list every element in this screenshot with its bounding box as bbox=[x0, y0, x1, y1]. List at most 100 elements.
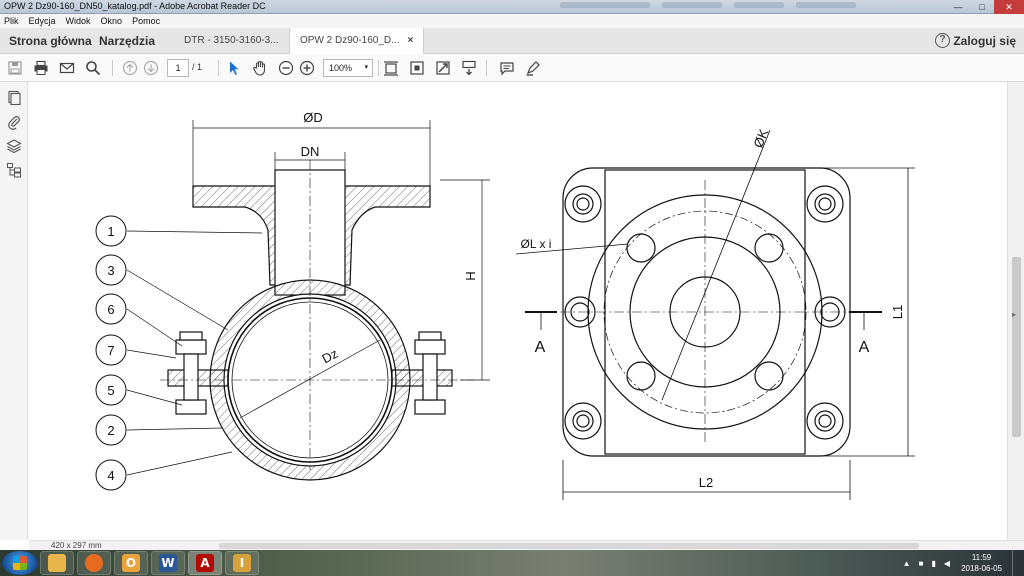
scrollbar-thumb[interactable] bbox=[1012, 257, 1021, 437]
save-icon[interactable] bbox=[5, 58, 25, 78]
tab-document-opw[interactable]: OPW 2 Dz90-160_D... × bbox=[289, 28, 425, 54]
saddle-top-view bbox=[515, 129, 915, 500]
saddle-section-view bbox=[95, 120, 490, 491]
tab-document-opw-label: OPW 2 Dz90-160_D... bbox=[300, 35, 400, 46]
chevron-down-icon: ▾ bbox=[364, 64, 368, 71]
select-cursor-icon[interactable] bbox=[224, 58, 244, 78]
layers-icon[interactable] bbox=[6, 138, 22, 154]
menu-file[interactable]: Plik bbox=[4, 14, 19, 28]
scroll-mode-icon[interactable] bbox=[459, 58, 479, 78]
window-title: OPW 2 Dz90-160_DN50_katalog.pdf - Adobe … bbox=[4, 1, 266, 11]
balloon-3: 3 bbox=[107, 263, 114, 278]
volume-icon[interactable]: ◀ bbox=[944, 559, 950, 568]
toolbar: 1 / 1 100% ▾ bbox=[0, 54, 1024, 82]
pages-icon[interactable] bbox=[6, 90, 22, 106]
toolbar-separator bbox=[218, 60, 219, 76]
dim-label-od: ØD bbox=[303, 110, 323, 125]
folder-icon bbox=[48, 554, 66, 572]
tab-home[interactable]: Strona główna bbox=[9, 34, 92, 48]
balloon-1: 1 bbox=[107, 224, 114, 239]
menu-window[interactable]: Okno bbox=[101, 14, 123, 28]
firefox-icon bbox=[85, 554, 103, 572]
dim-label-ol: ØL x i bbox=[521, 237, 552, 251]
inventor-icon: I bbox=[233, 554, 251, 572]
dim-label-ok: ØK bbox=[750, 126, 771, 149]
zoom-in-icon[interactable] bbox=[297, 58, 317, 78]
tab-document-dtr[interactable]: DTR - 3150-3160-3... bbox=[174, 28, 289, 54]
tray-expand-icon[interactable]: ▲ bbox=[903, 559, 911, 568]
show-desktop-button[interactable] bbox=[1012, 550, 1024, 576]
maximize-button[interactable]: □ bbox=[970, 0, 994, 14]
balloon-2: 2 bbox=[107, 423, 114, 438]
vertical-scrollbar[interactable]: ▸ bbox=[1007, 82, 1024, 540]
close-window-button[interactable]: ✕ bbox=[994, 0, 1024, 14]
clock-time: 11:59 bbox=[971, 553, 992, 562]
sign-in-link[interactable]: Zaloguj się bbox=[953, 34, 1016, 48]
taskbar-explorer[interactable] bbox=[40, 551, 74, 575]
highlight-icon[interactable] bbox=[523, 58, 543, 78]
rotate-icon[interactable] bbox=[433, 58, 453, 78]
horizontal-scrollbar[interactable] bbox=[219, 543, 919, 549]
technical-drawing: 1 3 6 7 5 2 4 ØD DN H Dz ØK ØL x i A A L… bbox=[95, 110, 915, 500]
full-screen-icon[interactable] bbox=[407, 58, 427, 78]
zoom-level-select[interactable]: 100% ▾ bbox=[323, 59, 373, 77]
menu-edit[interactable]: Edycja bbox=[29, 14, 56, 28]
close-tab-icon[interactable]: × bbox=[407, 35, 413, 46]
balloon-7: 7 bbox=[107, 343, 114, 358]
balloon-6: 6 bbox=[107, 302, 114, 317]
dim-label-l2: L2 bbox=[699, 475, 713, 490]
fit-page-icon[interactable] bbox=[381, 58, 401, 78]
taskbar-firefox[interactable] bbox=[77, 551, 111, 575]
network-icon[interactable]: ▮ bbox=[931, 559, 935, 568]
email-icon[interactable] bbox=[57, 58, 77, 78]
page-up-icon[interactable] bbox=[120, 58, 140, 78]
hand-icon[interactable] bbox=[250, 58, 270, 78]
search-icon[interactable] bbox=[83, 58, 103, 78]
toolbar-separator bbox=[486, 60, 487, 76]
system-tray: ▲ ■ ▮ ◀ bbox=[899, 550, 954, 576]
page-total: / 1 bbox=[192, 62, 203, 72]
toolbar-separator bbox=[378, 60, 379, 76]
page-size-label: 420 x 297 mm bbox=[51, 541, 102, 550]
document-view[interactable]: 1 3 6 7 5 2 4 ØD DN H Dz ØK ØL x i A A L… bbox=[29, 82, 1007, 540]
minimize-button[interactable]: — bbox=[946, 0, 970, 14]
taskbar-inventor[interactable]: I bbox=[225, 551, 259, 575]
dim-label-l1: L1 bbox=[890, 305, 905, 319]
toolbar-separator bbox=[112, 60, 113, 76]
balloon-4: 4 bbox=[107, 468, 114, 483]
tab-bar: Strona główna Narzędzia DTR - 3150-3160-… bbox=[0, 28, 1024, 54]
status-bar: 420 x 297 mm bbox=[29, 540, 1024, 550]
taskbar-outlook[interactable]: O bbox=[114, 551, 148, 575]
title-bar: OPW 2 Dz90-160_DN50_katalog.pdf - Adobe … bbox=[0, 0, 1024, 14]
menu-view[interactable]: Widok bbox=[66, 14, 91, 28]
comment-icon[interactable] bbox=[497, 58, 517, 78]
page-down-icon[interactable] bbox=[141, 58, 161, 78]
windows-logo-icon bbox=[13, 556, 27, 570]
clock-date: 2018-06-05 bbox=[961, 564, 1002, 573]
taskbar-acrobat[interactable]: A bbox=[188, 551, 222, 575]
taskbar-word[interactable]: W bbox=[151, 551, 185, 575]
collapse-right-panel-icon[interactable]: ▸ bbox=[1012, 310, 1016, 319]
structure-icon[interactable] bbox=[6, 162, 22, 178]
menu-help[interactable]: Pomoc bbox=[132, 14, 160, 28]
navigation-panel bbox=[0, 82, 28, 540]
tab-tools[interactable]: Narzędzia bbox=[99, 34, 155, 48]
word-icon: W bbox=[159, 554, 177, 572]
attachments-icon[interactable] bbox=[6, 114, 22, 130]
taskbar: O W A I ▲ ■ ▮ ◀ 11:59 2018-06-05 bbox=[0, 550, 1024, 576]
acrobat-icon: A bbox=[196, 554, 214, 572]
zoom-out-icon[interactable] bbox=[276, 58, 296, 78]
menu-bar: Plik Edycja Widok Okno Pomoc bbox=[0, 14, 1024, 28]
balloon-5: 5 bbox=[107, 383, 114, 398]
section-label-a-left: A bbox=[535, 339, 546, 356]
page-number-input[interactable]: 1 bbox=[167, 59, 189, 77]
start-button[interactable] bbox=[2, 551, 38, 575]
dim-label-h: H bbox=[463, 271, 478, 280]
clock[interactable]: 11:59 2018-06-05 bbox=[961, 552, 1002, 574]
zoom-level-value: 100% bbox=[329, 63, 353, 73]
help-icon[interactable]: ? bbox=[935, 33, 950, 48]
section-label-a-right: A bbox=[859, 339, 870, 356]
print-icon[interactable] bbox=[31, 58, 51, 78]
tab-document-dtr-label: DTR - 3150-3160-3... bbox=[184, 35, 279, 46]
tray-app-icon[interactable]: ■ bbox=[919, 559, 924, 568]
